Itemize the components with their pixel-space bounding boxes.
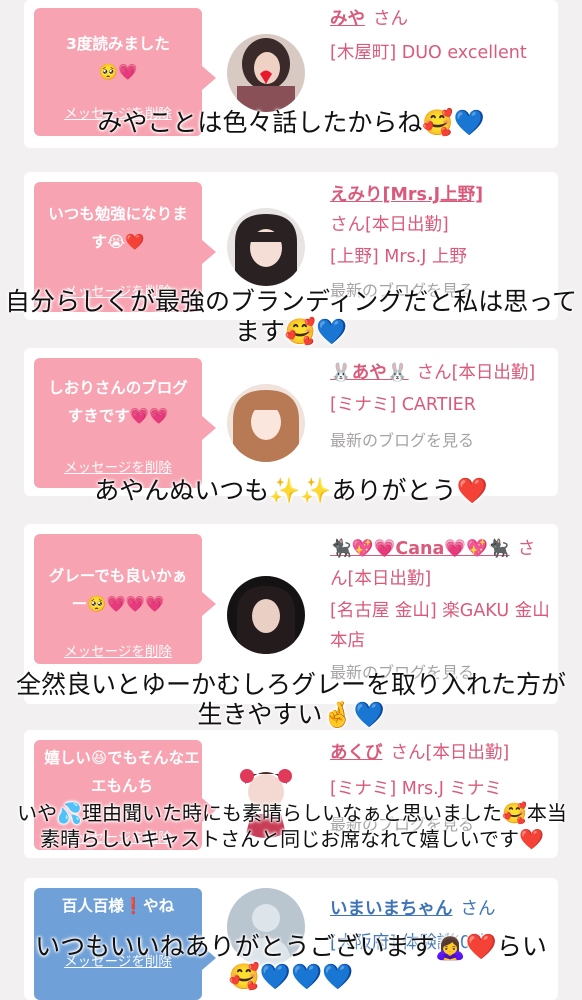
message-text: 百人百様❗️やね bbox=[61, 897, 175, 915]
cast-name-link[interactable]: えみり[Mrs.J上野] bbox=[330, 185, 483, 205]
caption-text: 全然良いとゆーかむしろグレーを取り入れた方が生きやすい🤞💙 bbox=[15, 670, 566, 729]
honorific-label: さん[本日出勤] bbox=[416, 363, 536, 383]
message-bubble: グレーでも良いかぁー🥺💗💗💗 メッセージを削除 bbox=[34, 534, 216, 666]
cast-name-link[interactable]: 🐰あや🐰 bbox=[330, 363, 409, 383]
cast-avatar-icon[interactable] bbox=[227, 34, 305, 112]
message-text: しおりさんのブログすきです💗💗 bbox=[48, 379, 188, 425]
caption-text: いつもいいねありがとうございます🙇‍♀️❤️らい🥰💙💙💙 bbox=[35, 932, 547, 991]
caption-text: 自分らしくが最強のブランディングだと私は思ってます🥰💙 bbox=[4, 287, 577, 346]
caption-text: いや💦理由聞いた時にも素晴らしいなぁと思いました🥰本当素晴らしいキャストさんと同… bbox=[17, 801, 567, 851]
cast-info: 🐈‍⬛💖💗Cana💗💖🐈‍⬛ さん[本日出勤] [名古屋 金山] 楽GAKU 金山… bbox=[330, 534, 552, 688]
cast-name-link[interactable]: 🐈‍⬛💖💗Cana💗💖🐈‍⬛ bbox=[330, 539, 510, 559]
honorific-label: さん[本日出勤] bbox=[330, 215, 449, 235]
cast-name-link[interactable]: みや bbox=[330, 9, 365, 29]
cast-avatar-icon[interactable] bbox=[227, 208, 305, 286]
caption-text: あやんぬいつも✨✨ありがとう❤️ bbox=[94, 476, 488, 505]
cast-name-link[interactable]: いまいまちゃん bbox=[330, 899, 453, 919]
message-text: 嬉しい😆でもそんなエエもんち bbox=[44, 749, 200, 795]
message-bubble: しおりさんのブログすきです💗💗 メッセージを削除 bbox=[34, 358, 216, 488]
honorific-label: さん bbox=[373, 9, 408, 29]
shop-label[interactable]: [名古屋 金山] 楽GAKU 金山本店 bbox=[330, 596, 552, 656]
cast-info: 🐰あや🐰 さん[本日出勤] [ミナミ] CARTIER 最新のブログを見る bbox=[330, 358, 552, 456]
shop-label[interactable]: [ミナミ] CARTIER bbox=[330, 390, 552, 420]
shop-label[interactable]: [木屋町] DUO excellent bbox=[330, 38, 552, 68]
delete-message-link[interactable]: メッセージを削除 bbox=[34, 638, 202, 666]
honorific-label: さん bbox=[460, 899, 496, 919]
cast-name-link[interactable]: あくび bbox=[330, 743, 383, 763]
message-text: いつも勉強になります😭❤️ bbox=[48, 205, 188, 251]
latest-blog-link[interactable]: 最新のブログを見る bbox=[330, 426, 552, 456]
caption-text: みやことは色々話したからね🥰💙 bbox=[97, 108, 485, 137]
cast-info: みや さん [木屋町] DUO excellent bbox=[330, 4, 552, 68]
message-text: 3度読みました🥺💗 bbox=[66, 35, 170, 81]
cast-avatar-icon[interactable] bbox=[227, 576, 305, 654]
cast-avatar-icon[interactable] bbox=[227, 384, 305, 462]
message-text: グレーでも良いかぁー🥺💗💗💗 bbox=[48, 567, 188, 613]
shop-label[interactable]: [上野] Mrs.J 上野 bbox=[330, 242, 552, 272]
honorific-label: さん[本日出勤] bbox=[390, 743, 510, 763]
message-card: しおりさんのブログすきです💗💗 メッセージを削除 🐰あや🐰 さん[本日出勤] [ミ… bbox=[24, 348, 558, 496]
